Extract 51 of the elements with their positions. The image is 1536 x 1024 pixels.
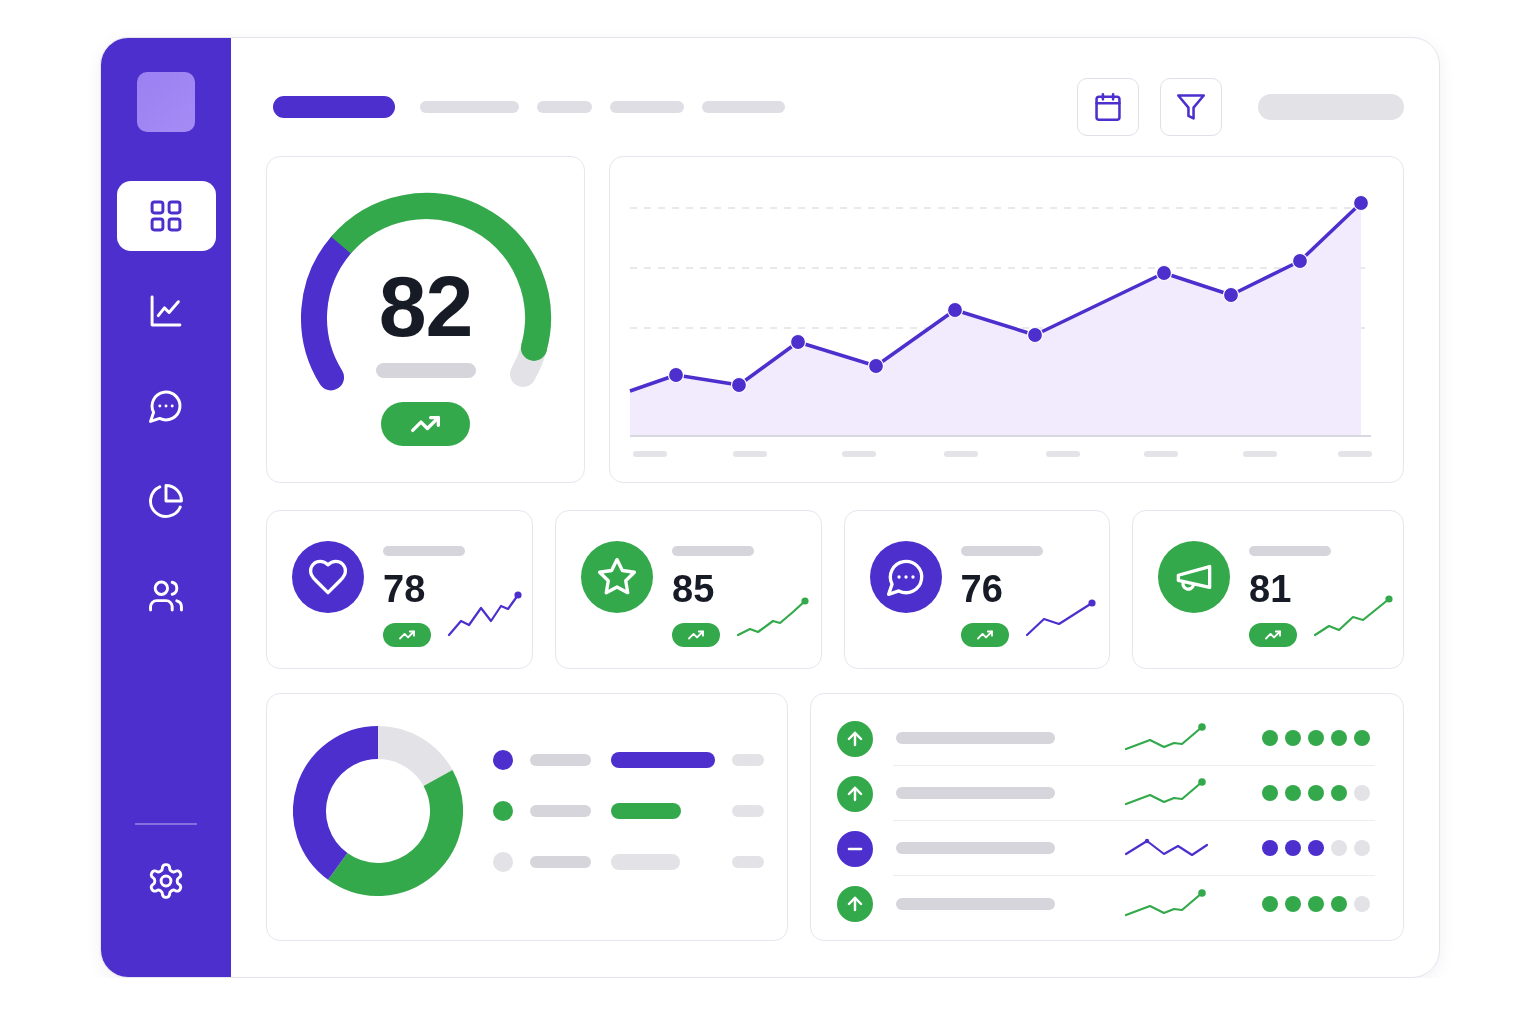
stat-value: 81 [1249,570,1292,608]
rating-dot-icon [1354,840,1370,856]
rating-dot-icon [1285,785,1301,801]
trend-up-icon [383,623,431,647]
rating-dot-icon [1262,730,1278,746]
sidebar-item[interactable] [116,181,216,251]
gauge-value: 82 [378,263,473,349]
chat-icon [149,389,183,423]
placeholder-bar [530,805,591,817]
calendar-icon [1094,93,1122,121]
placeholder-bar [530,754,591,766]
stat-value: 78 [383,570,426,608]
rating-dot-icon [1262,840,1278,856]
filter-icon [1177,93,1205,121]
rating-dot-icon [1354,730,1370,746]
rating-dot-icon [1285,895,1301,912]
rating-dot-icon [1354,785,1370,801]
rating-dot-icon [1308,785,1324,801]
stat-value: 85 [672,570,715,608]
filter-button[interactable] [1160,78,1222,136]
legend-bar [611,854,680,870]
rating-dot-icon [1285,730,1301,746]
nav-tab[interactable] [273,96,395,118]
trend-up-icon [1249,623,1297,647]
line-chart-icon [149,294,183,328]
placeholder-bar [732,856,764,868]
grid-icon [149,199,183,233]
legend-bar [611,803,681,819]
rating-dot-icon [1262,785,1278,801]
stat-value: 76 [960,570,1003,608]
logo-icon [137,72,195,132]
rating-dot-icon [1262,895,1278,912]
rating-dot-icon [1331,895,1347,912]
trend-up-icon [960,623,1009,647]
rating-dot-icon [1308,895,1324,912]
placeholder-bar [530,856,591,868]
rating-dot-icon [1308,840,1324,856]
rating-dot-icon [1331,730,1347,746]
placeholder-bar [732,805,764,817]
rating-dot-icon [1354,895,1370,912]
users-icon [149,579,183,613]
rating-dot-icon [1285,840,1301,856]
placeholder-bar [732,754,764,766]
trend-up-icon [381,402,470,446]
rating-dot-icon [1308,730,1324,746]
settings-icon [148,863,184,899]
trend-up-icon [672,623,720,647]
rating-dot-icon [1331,840,1347,856]
rating-dot-icon [1331,785,1347,801]
calendar-button[interactable] [1077,78,1139,136]
pie-chart-icon [149,484,183,518]
